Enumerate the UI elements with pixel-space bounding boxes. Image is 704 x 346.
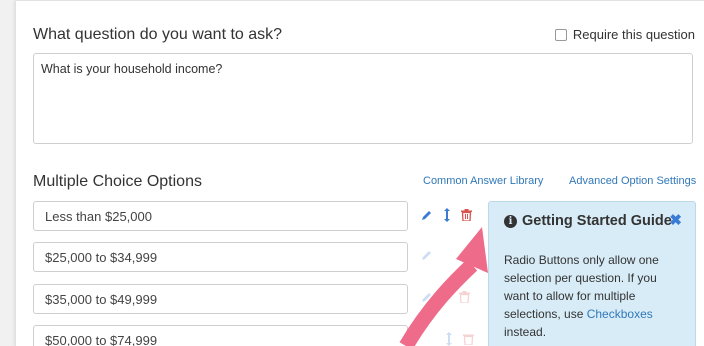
question-text-input[interactable]: What is your household income? (33, 53, 693, 144)
guide-body-end: instead. (504, 325, 547, 339)
move-vertical-icon[interactable] (443, 208, 451, 225)
checkboxes-link[interactable]: Checkboxes (587, 307, 653, 321)
require-question-toggle[interactable]: Require this question (554, 27, 695, 42)
move-vertical-icon[interactable] (445, 332, 453, 346)
guide-title-text: Getting Started Guide (522, 213, 672, 229)
trash-icon[interactable] (461, 209, 472, 224)
pencil-icon[interactable] (421, 209, 433, 224)
close-icon[interactable]: ✖ (669, 211, 682, 229)
option-actions (421, 208, 472, 225)
require-checkbox[interactable] (554, 28, 567, 41)
option-input[interactable]: $50,000 to $74,999 (33, 325, 408, 346)
advanced-option-settings-link[interactable]: Advanced Option Settings (569, 175, 696, 187)
option-input[interactable]: $25,000 to $34,999 (33, 242, 408, 272)
question-editor-panel: What question do you want to ask? Requir… (15, 0, 704, 346)
option-actions (421, 249, 433, 264)
pencil-icon[interactable] (421, 291, 433, 306)
require-label: Require this question (572, 27, 695, 42)
guide-title: i Getting Started Guide (504, 213, 672, 229)
info-circle-icon: i (504, 214, 517, 228)
option-input[interactable]: $35,000 to $49,999 (33, 284, 408, 314)
trash-icon[interactable] (459, 291, 470, 306)
common-answer-library-link[interactable]: Common Answer Library (423, 175, 543, 187)
options-heading: Multiple Choice Options (33, 173, 202, 190)
guide-body: Radio Buttons only allow one selection p… (504, 251, 684, 341)
trash-icon[interactable] (463, 333, 474, 346)
question-heading: What question do you want to ask? (33, 26, 283, 43)
option-input[interactable]: Less than $25,000 (33, 201, 408, 231)
getting-started-guide: i Getting Started Guide ✖ Radio Buttons … (488, 201, 696, 346)
pencil-icon[interactable] (421, 249, 433, 264)
option-actions (421, 291, 470, 306)
option-actions (421, 332, 474, 346)
